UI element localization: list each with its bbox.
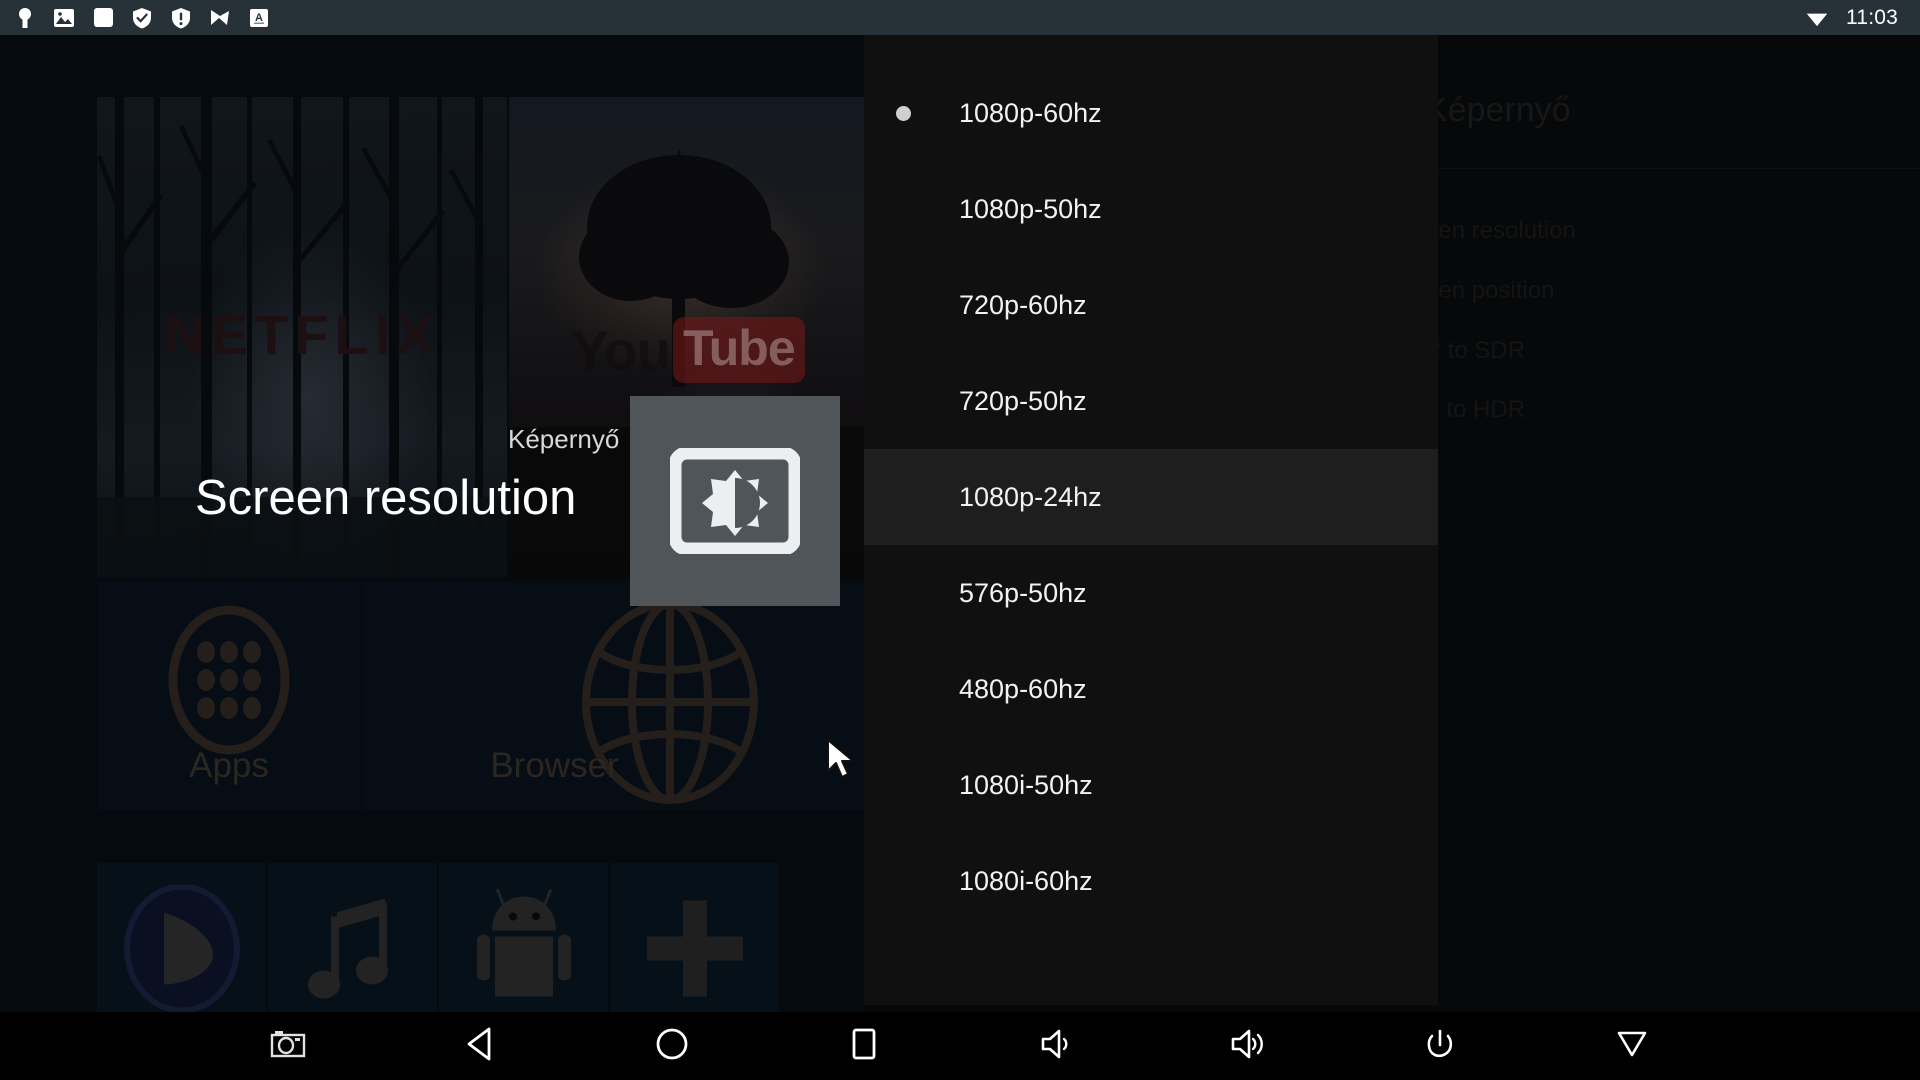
recents-button[interactable] xyxy=(830,1012,898,1080)
resolution-option-label: 720p-60hz xyxy=(959,289,1087,320)
mid-tile-row: Apps Browser xyxy=(97,582,867,810)
selected-radio-dot xyxy=(896,105,911,121)
settings-divider xyxy=(1388,168,1920,169)
volume-down-button[interactable] xyxy=(1022,1012,1090,1080)
shield-check-icon xyxy=(131,7,153,29)
hide-navbar-button[interactable] xyxy=(1598,1012,1666,1080)
resolution-option-label: 1080p-60hz xyxy=(959,97,1102,128)
resolution-option-label: 1080i-60hz xyxy=(959,865,1093,896)
resolution-option-5[interactable]: 576p-50hz xyxy=(864,545,1438,641)
resolution-option-6[interactable]: 480p-60hz xyxy=(864,641,1438,737)
back-triangle-icon xyxy=(465,1027,495,1066)
chevron-down-icon xyxy=(1616,1029,1648,1064)
svg-text:A: A xyxy=(255,12,263,24)
youtube-tile[interactable]: You Tube xyxy=(509,97,867,577)
play-button-icon xyxy=(123,883,241,1017)
music-note-icon xyxy=(305,894,401,1007)
status-bar-icons: A xyxy=(0,0,270,35)
resolution-option-label: 480p-60hz xyxy=(959,673,1087,704)
resolution-option-label: 720p-50hz xyxy=(959,385,1087,416)
screen-resolution-dropdown[interactable]: Screen resolution 1080p-60hz 1080p-50hz … xyxy=(864,35,1438,1005)
resolution-option-1[interactable]: 1080p-50hz xyxy=(864,161,1438,257)
status-bar: A 11:03 xyxy=(0,0,1920,35)
resolution-option-label: 1080p-50hz xyxy=(959,193,1102,224)
tv-launcher-screen: NETFLIX You Tube Apps Browser Képernyő S… xyxy=(0,0,1920,1080)
volume-up-icon xyxy=(1229,1028,1267,1065)
status-bar-right: 11:03 xyxy=(1806,0,1920,35)
home-circle-icon xyxy=(655,1027,689,1066)
tree-silhouette xyxy=(509,97,867,577)
apps-grid-icon xyxy=(166,600,292,765)
recents-square-icon xyxy=(850,1028,878,1065)
shield-warning-icon xyxy=(170,7,192,29)
camera-icon xyxy=(270,1029,306,1064)
plus-icon xyxy=(643,896,747,1005)
resolution-option-label: 1080i-50hz xyxy=(959,769,1093,800)
resolution-option-label: 1080p-24hz xyxy=(959,481,1102,512)
resolution-option-0[interactable]: 1080p-60hz xyxy=(864,65,1438,161)
check-flag-icon xyxy=(209,7,231,29)
hero-tile-row: NETFLIX You Tube xyxy=(97,97,867,577)
navigation-bar xyxy=(0,1012,1920,1080)
forest-silhouette xyxy=(97,97,507,577)
settings-panel-title: Képernyő xyxy=(1425,91,1571,129)
image-gallery-icon xyxy=(53,7,75,29)
volume-down-icon xyxy=(1039,1028,1073,1065)
android-calculator-icon xyxy=(469,887,579,1013)
browser-tile-label: Browser xyxy=(490,746,619,785)
apps-tile-label: Apps xyxy=(189,746,269,785)
resolution-option-3[interactable]: 720p-50hz xyxy=(864,353,1438,449)
volume-up-button[interactable] xyxy=(1214,1012,1282,1080)
power-button[interactable] xyxy=(1406,1012,1474,1080)
netflix-tile[interactable]: NETFLIX xyxy=(97,97,507,577)
resolution-option-2[interactable]: 720p-60hz xyxy=(864,257,1438,353)
back-button[interactable] xyxy=(446,1012,514,1080)
resolution-option-4[interactable]: 1080p-24hz xyxy=(864,449,1438,545)
resolution-option-label: 576p-50hz xyxy=(959,577,1087,608)
browser-tile[interactable]: Browser xyxy=(363,582,867,810)
resolution-option-7[interactable]: 1080i-50hz xyxy=(864,737,1438,833)
apps-tile[interactable]: Apps xyxy=(97,582,361,810)
power-icon xyxy=(1425,1028,1455,1065)
home-button[interactable] xyxy=(638,1012,706,1080)
usb-peripheral-icon xyxy=(14,7,36,29)
wifi-icon xyxy=(1806,7,1828,29)
app-badge-a-icon: A xyxy=(248,7,270,29)
blank-square-icon xyxy=(92,7,114,29)
status-bar-clock: 11:03 xyxy=(1846,6,1898,29)
screenshot-button[interactable] xyxy=(254,1012,322,1080)
resolution-option-8[interactable]: 1080i-60hz xyxy=(864,833,1438,929)
